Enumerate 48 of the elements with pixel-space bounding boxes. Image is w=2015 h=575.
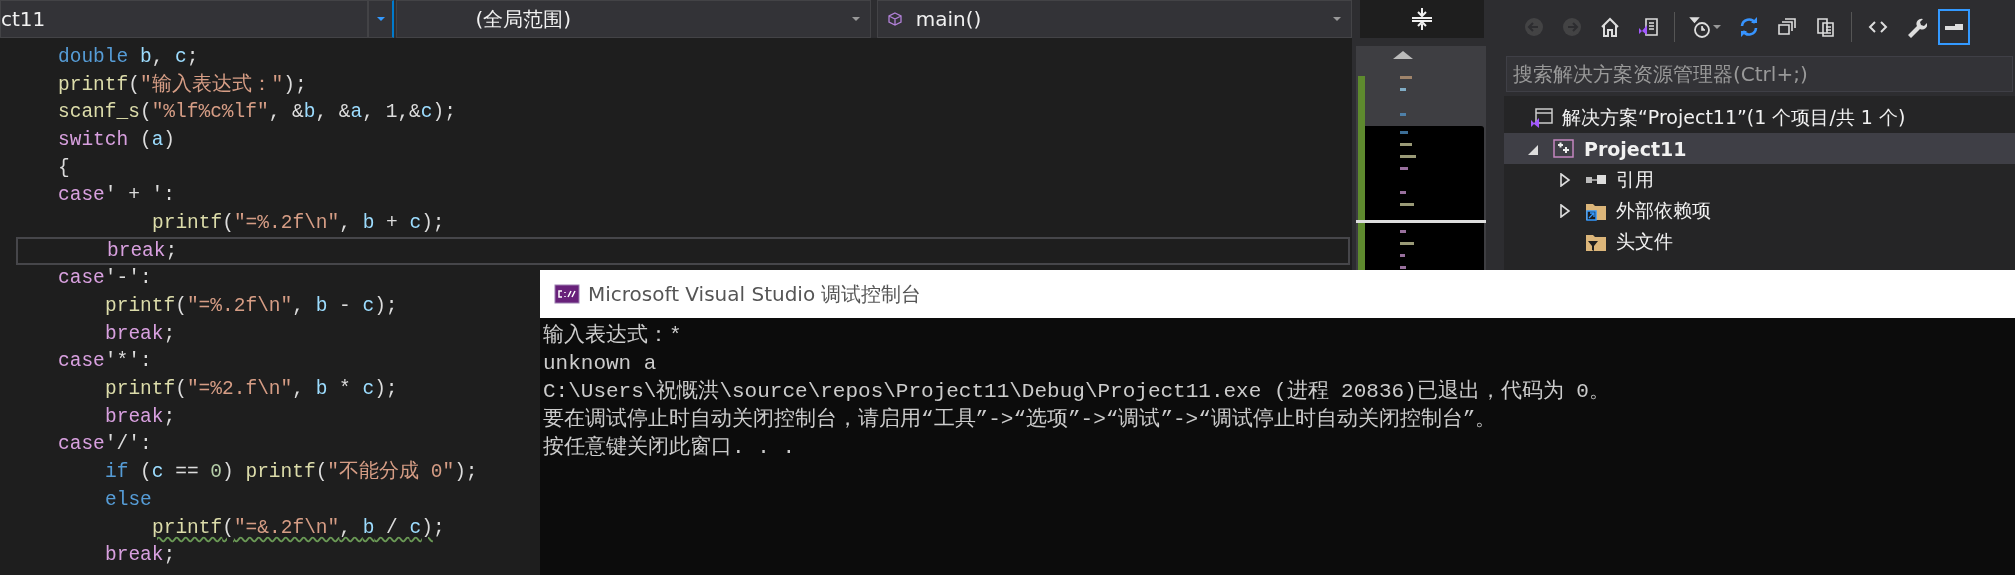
split-icon[interactable]	[1411, 7, 1433, 31]
tree-item[interactable]: 引用	[1504, 164, 2015, 195]
code-line: double b, c;	[58, 44, 199, 69]
code-line: printf("=%.2f\n", b - c);	[105, 294, 398, 319]
scope-dropdown[interactable]: (全局范围)	[396, 0, 871, 38]
code-line: case'*':	[58, 349, 152, 374]
clock-icon	[1689, 16, 1711, 38]
tree-item[interactable]: Project11	[1504, 133, 2015, 164]
home-icon	[1599, 16, 1621, 38]
cube-icon	[887, 12, 902, 26]
code-line: else	[105, 487, 152, 512]
tree-item[interactable]: 解决方案“Project11”(1 个项目/共 1 个)	[1504, 102, 2015, 133]
project-dropdown[interactable]: ct11	[0, 0, 369, 38]
code-line: break;	[105, 321, 176, 346]
console-line: 按任意键关闭此窗口. . .	[543, 434, 796, 461]
window-title: Microsoft Visual Studio 调试控制台	[588, 280, 922, 308]
code-line: break;	[105, 543, 176, 568]
dropdown-button[interactable]	[368, 0, 395, 38]
code-line: scanf_s("%lf%c%lf", &b, &a, 1,&c);	[58, 100, 456, 125]
code-line: switch (a)	[58, 127, 176, 152]
tree-item[interactable]: 头文件	[1504, 226, 2015, 257]
console-line: unknown a	[543, 351, 658, 377]
windows-icon	[1776, 16, 1798, 38]
console-line: 输入表达式：*	[543, 322, 683, 349]
code-line: printf("=%.2f\n", b + c);	[152, 210, 445, 235]
code-line: break;	[107, 238, 178, 263]
documents-icon	[1814, 16, 1836, 38]
document-icon	[1637, 16, 1659, 38]
code-line: case' + ':	[58, 183, 176, 208]
console-line: 要在调试停止时自动关闭控制台，请启用“工具”->“选项”->“调试”->“调试停止时自动关闭控制台”。	[543, 406, 1498, 433]
member-dropdown[interactable]: main()	[876, 0, 1352, 38]
solution-icon	[1530, 106, 1554, 129]
tree-item[interactable]: 外部依赖项	[1504, 195, 2015, 226]
code-line: break;	[105, 404, 176, 429]
code-line: printf("=%2.f\n", b * c);	[105, 377, 398, 402]
preview-button[interactable]	[1938, 9, 1970, 45]
code-line: if (c == 0) printf("不能分成 0");	[105, 460, 478, 485]
project-icon	[1552, 137, 1576, 160]
code-line: case'/':	[58, 432, 152, 457]
console-icon	[554, 284, 580, 304]
code-line: {	[58, 155, 70, 180]
console-line: C:\Users\祝慨洪\source\repos\Project11\Debug\Project11.exe (进程 20836)已退出，代码为 0。	[543, 378, 1611, 405]
sync-icon	[1738, 16, 1760, 38]
code-line: case'-':	[58, 266, 152, 291]
code-line: printf("输入表达式：");	[58, 72, 307, 97]
search-field[interactable]: 搜索解决方案资源管理器(Ctrl+;)	[1506, 56, 2013, 92]
code-line: printf("=&.2f\n", b / c);	[152, 515, 445, 540]
bar-icon	[1945, 24, 1963, 30]
